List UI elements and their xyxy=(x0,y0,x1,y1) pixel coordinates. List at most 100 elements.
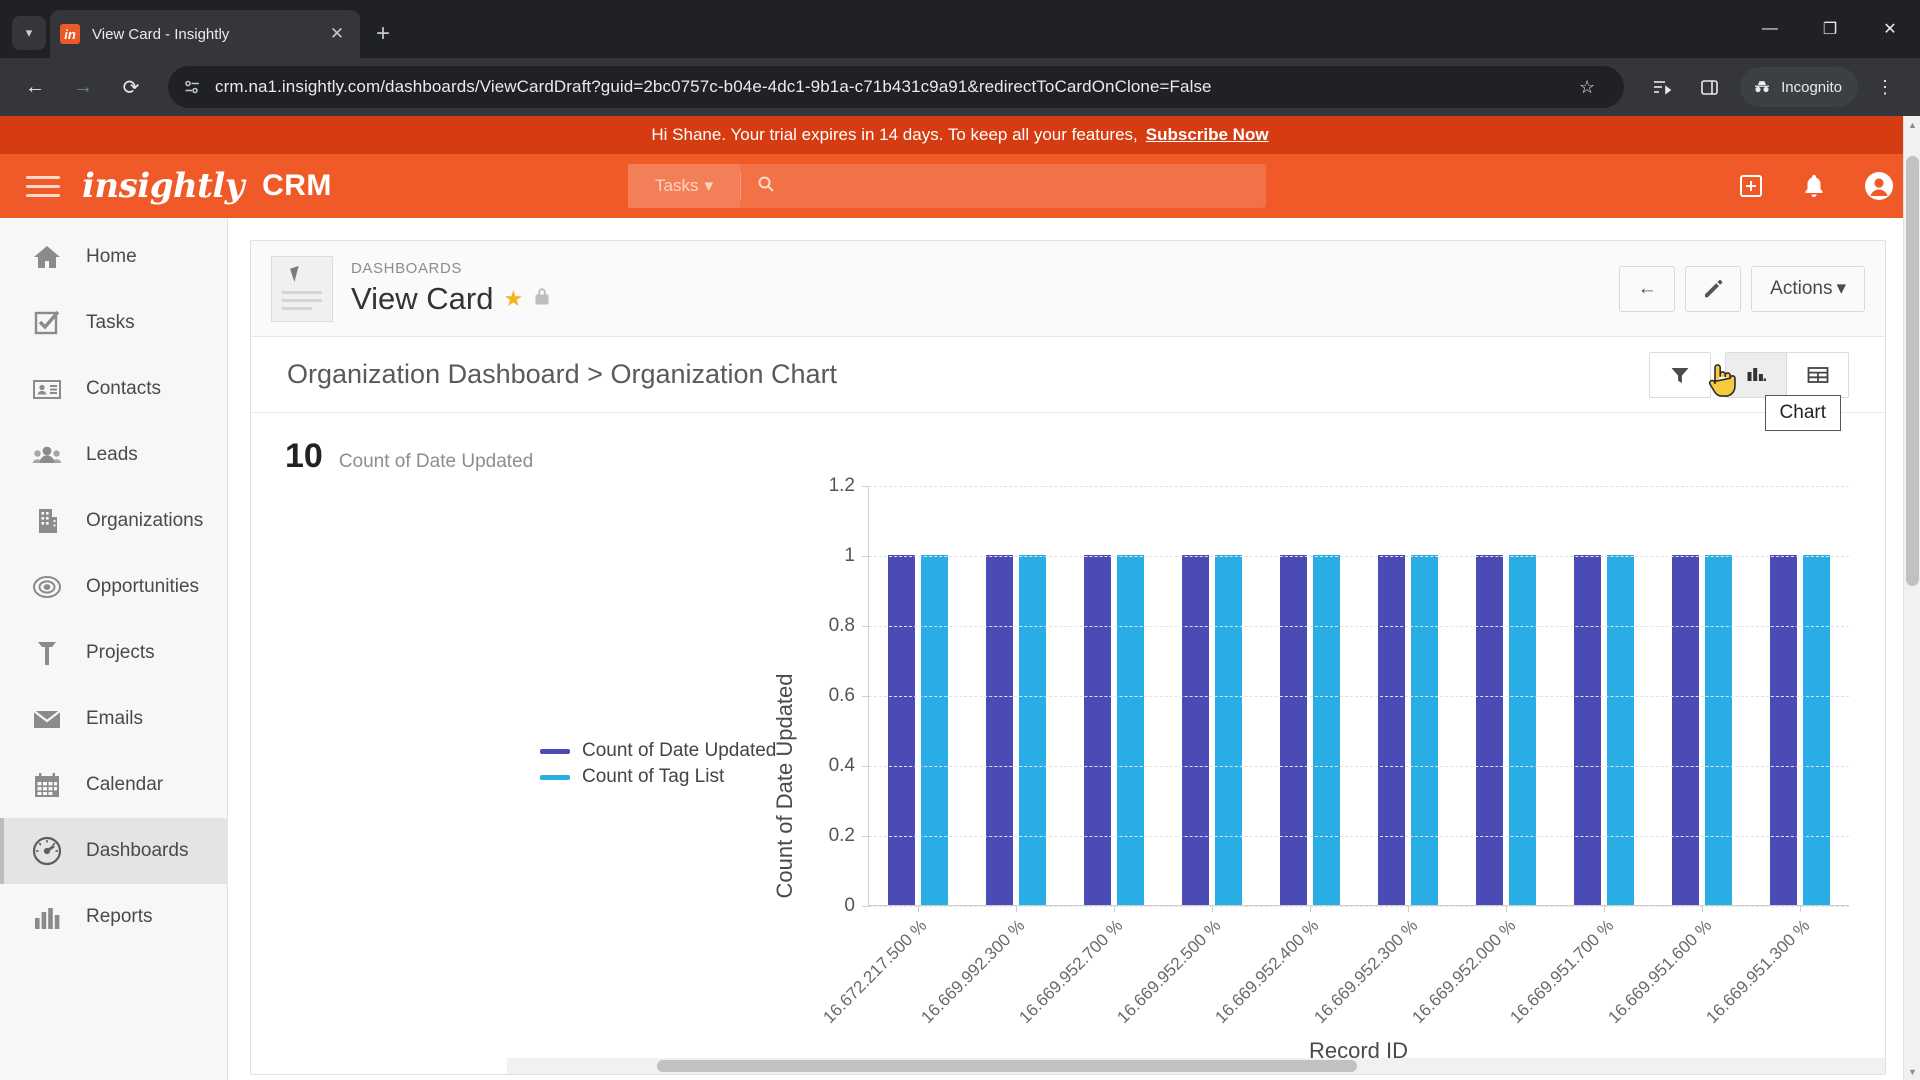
minimize-icon[interactable]: — xyxy=(1740,0,1800,58)
forward-icon[interactable]: → xyxy=(62,66,104,108)
new-tab-button[interactable]: + xyxy=(376,20,390,48)
bar[interactable] xyxy=(1574,555,1601,905)
bar[interactable] xyxy=(1019,555,1046,905)
gridline xyxy=(869,626,1849,627)
sidebar-item-home[interactable]: Home xyxy=(0,224,227,290)
y-tick-mark xyxy=(862,766,869,767)
bar[interactable] xyxy=(1215,555,1242,905)
bar[interactable] xyxy=(1672,555,1699,905)
product-name: CRM xyxy=(262,169,332,202)
bookmark-star-icon[interactable]: ☆ xyxy=(1566,66,1608,108)
sidebar-item-label: Dashboards xyxy=(86,840,189,861)
bar[interactable] xyxy=(1313,555,1340,905)
sidebar-item-label: Reports xyxy=(86,906,153,927)
menu-toggle-icon[interactable] xyxy=(26,175,60,197)
dashboards-icon xyxy=(30,834,64,868)
sidebar-item-label: Opportunities xyxy=(86,576,200,597)
legend-label: Count of Date Updated xyxy=(582,740,777,761)
search-scope-dropdown[interactable]: Tasks ▾ xyxy=(628,164,740,208)
bar[interactable] xyxy=(1607,555,1634,905)
search-input[interactable] xyxy=(789,176,1266,196)
sidebar-item-leads[interactable]: Leads xyxy=(0,422,227,488)
sidebar-item-opportunities[interactable]: Opportunities xyxy=(0,554,227,620)
browser-tab[interactable]: in View Card - Insightly ✕ xyxy=(50,10,360,58)
y-tick-label: 0.6 xyxy=(828,685,855,706)
bar[interactable] xyxy=(888,555,915,905)
sidebar-item-tasks[interactable]: Tasks xyxy=(0,290,227,356)
page-scrollbar[interactable]: ▲ ▼ xyxy=(1903,116,1920,1080)
notifications-bell-icon[interactable] xyxy=(1802,173,1826,199)
subscribe-now-link[interactable]: Subscribe Now xyxy=(1146,125,1269,145)
close-window-icon[interactable]: ✕ xyxy=(1860,0,1920,58)
gridline xyxy=(869,836,1849,837)
lock-icon xyxy=(533,286,551,312)
bar[interactable] xyxy=(1803,555,1830,905)
chart-legend: Count of Date Updated Count of Tag List xyxy=(540,738,776,790)
bar[interactable] xyxy=(1509,555,1536,905)
horizontal-scrollbar[interactable] xyxy=(507,1058,1885,1074)
sidebar-item-calendar[interactable]: Calendar xyxy=(0,752,227,818)
bar[interactable] xyxy=(986,555,1013,905)
incognito-indicator[interactable]: Incognito xyxy=(1740,67,1858,107)
metric-value: 10 xyxy=(285,437,323,475)
sidebar-item-dashboards[interactable]: Dashboards xyxy=(0,818,227,884)
bar[interactable] xyxy=(1770,555,1797,905)
card-header: DASHBOARDS View Card ★ ← Actions ▾ xyxy=(251,241,1885,337)
bar[interactable] xyxy=(1084,555,1111,905)
bar[interactable] xyxy=(1378,555,1405,905)
scrollbar-thumb[interactable] xyxy=(657,1060,1357,1072)
y-tick-mark xyxy=(862,836,869,837)
trial-banner: Hi Shane. Your trial expires in 14 days.… xyxy=(0,116,1920,154)
sidebar-item-contacts[interactable]: Contacts xyxy=(0,356,227,422)
back-icon[interactable]: ← xyxy=(14,66,56,108)
view-toggle-group xyxy=(1649,351,1849,398)
favorite-star-icon[interactable]: ★ xyxy=(503,286,523,312)
bar[interactable] xyxy=(1411,555,1438,905)
scroll-up-arrow[interactable]: ▲ xyxy=(1904,116,1920,133)
edit-button[interactable] xyxy=(1685,265,1742,312)
close-tab-icon[interactable]: ✕ xyxy=(324,24,350,44)
address-bar[interactable]: crm.na1.insightly.com/dashboards/ViewCar… xyxy=(168,66,1625,108)
filter-button[interactable] xyxy=(1649,351,1711,398)
bar-chart: Count of Date Updated 0 0.2 0.4 0.6 0.8 1 1.2 … xyxy=(285,475,1885,1063)
leads-icon xyxy=(30,438,64,472)
sidebar-item-emails[interactable]: Emails xyxy=(0,686,227,752)
sidebar-item-label: Projects xyxy=(86,642,155,663)
bar[interactable] xyxy=(921,555,948,905)
scrollbar-thumb[interactable] xyxy=(1906,156,1919,586)
bar[interactable] xyxy=(1182,555,1209,905)
tab-search-button[interactable]: ▾ xyxy=(12,16,46,50)
browser-tabstrip: ▾ in View Card - Insightly ✕ + — ❐ ✕ xyxy=(0,0,1920,58)
maximize-icon[interactable]: ❐ xyxy=(1800,0,1860,58)
sidebar-item-organizations[interactable]: Organizations xyxy=(0,488,227,554)
user-avatar-icon[interactable] xyxy=(1864,171,1894,201)
browser-menu-icon[interactable]: ⋮ xyxy=(1864,66,1906,108)
window-controls: — ❐ ✕ xyxy=(1740,0,1920,58)
side-panel-icon[interactable] xyxy=(1688,66,1730,108)
sidebar-item-label: Home xyxy=(86,246,137,267)
scroll-down-arrow[interactable]: ▼ xyxy=(1904,1063,1920,1080)
insightly-logo[interactable]: insightly xyxy=(82,166,245,206)
bar[interactable] xyxy=(1280,555,1307,905)
site-settings-icon[interactable] xyxy=(184,79,201,96)
back-button[interactable]: ← xyxy=(1619,265,1676,312)
bar[interactable] xyxy=(1117,555,1144,905)
bar[interactable] xyxy=(1476,555,1503,905)
header-actions xyxy=(1738,171,1894,201)
actions-dropdown-button[interactable]: Actions ▾ xyxy=(1751,265,1865,312)
reading-list-icon[interactable] xyxy=(1640,66,1682,108)
reload-icon[interactable]: ⟳ xyxy=(110,66,152,108)
view-card-panel: DASHBOARDS View Card ★ ← Actions ▾ Organ… xyxy=(250,240,1886,1075)
y-tick-label: 1.2 xyxy=(828,475,855,496)
global-search[interactable]: Tasks ▾ xyxy=(628,164,1266,208)
sidebar-item-reports[interactable]: Reports xyxy=(0,884,227,950)
contacts-icon xyxy=(30,372,64,406)
add-icon[interactable] xyxy=(1738,173,1764,199)
table-view-button[interactable] xyxy=(1787,351,1849,398)
bar[interactable] xyxy=(1705,555,1732,905)
summary-metric: 10 Count of Date Updated xyxy=(285,437,1885,476)
y-tick-mark xyxy=(862,696,869,697)
y-tick-label: 0.8 xyxy=(828,615,855,636)
chevron-down-icon: ▾ xyxy=(704,176,713,195)
sidebar-item-projects[interactable]: Projects xyxy=(0,620,227,686)
